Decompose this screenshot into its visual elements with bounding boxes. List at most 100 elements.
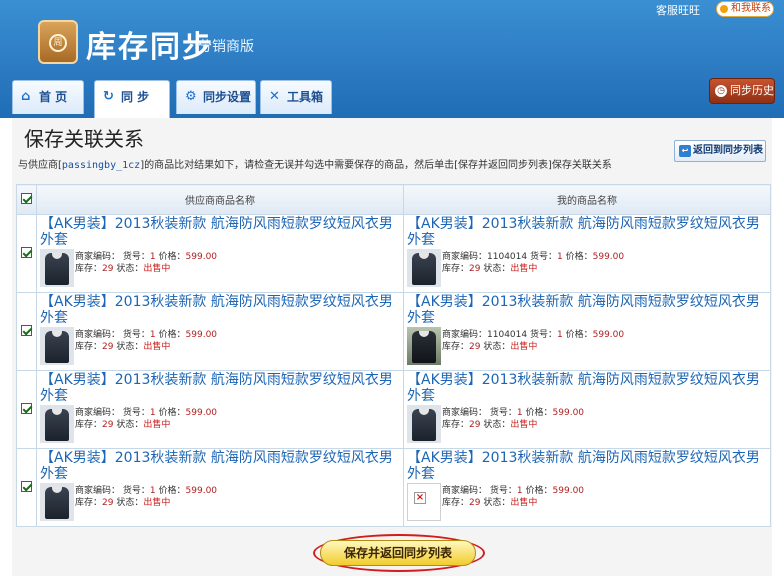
tab-sync[interactable]: ↻ 同 步 [94, 80, 170, 118]
product-meta: 商家编码：1104014 货号：1 价格：599.00 库存：29 状态：出售中 [442, 329, 624, 353]
select-all-header [16, 184, 37, 215]
row-select-cell [16, 448, 37, 527]
product-meta: 商家编码： 货号：1 价格：599.00 库存：29 状态：出售中 [75, 251, 217, 275]
mine-product-cell: 【AK男装】2013秋装新款 航海防风雨短款罗纹短风衣男外套 商家编码： 货号：… [403, 370, 771, 449]
sku-label: 货号： [529, 330, 557, 340]
product-info: 商家编码： 货号：1 价格：599.00 库存：29 状态：出售中 [37, 483, 403, 523]
product-meta: 商家编码： 货号：1 价格：599.00 库存：29 状态：出售中 [442, 407, 584, 431]
product-meta: 商家编码： 货号：1 价格：599.00 库存：29 状态：出售中 [442, 485, 584, 509]
app-logo: 周 [38, 20, 78, 64]
table-row: 【AK男装】2013秋装新款 航海防风雨短款罗纹短风衣男外套 商家编码： 货号：… [16, 292, 771, 371]
stock-label: 库存： [442, 264, 470, 274]
back-arrow-icon: ↩ [679, 145, 691, 157]
price-value: 599.00 [592, 252, 625, 262]
code-label: 商家编码： [75, 486, 121, 496]
product-name-link[interactable]: 【AK男装】2013秋装新款 航海防风雨短款罗纹短风衣男外套 [404, 215, 770, 249]
table-row: 【AK男装】2013秋装新款 航海防风雨短款罗纹短风衣男外套 商家编码： 货号：… [16, 370, 771, 449]
supplier-product-cell: 【AK男装】2013秋装新款 航海防风雨短款罗纹短风衣男外套 商家编码： 货号：… [36, 448, 404, 527]
code-label: 商家编码： [442, 330, 488, 340]
product-meta: 商家编码：1104014 货号：1 价格：599.00 库存：29 状态：出售中 [442, 251, 624, 275]
mine-product-cell: 【AK男装】2013秋装新款 航海防风雨短款罗纹短风衣男外套 商家编码：1104… [403, 292, 771, 371]
price-value: 599.00 [185, 486, 218, 496]
price-value: 599.00 [185, 408, 218, 418]
merchant-code: 1104014 [487, 252, 528, 262]
status-value: 出售中 [510, 420, 538, 430]
code-label: 商家编码： [75, 408, 121, 418]
product-name-link[interactable]: 【AK男装】2013秋装新款 航海防风雨短款罗纹短风衣男外套 [37, 215, 403, 249]
wangwang-icon [720, 5, 728, 13]
product-meta: 商家编码： 货号：1 价格：599.00 库存：29 状态：出售中 [75, 485, 217, 509]
status-value: 出售中 [510, 264, 538, 274]
tab-label: 工具箱 [287, 90, 324, 104]
stock-value: 29 [469, 420, 481, 430]
status-value: 出售中 [143, 342, 171, 352]
product-thumbnail [40, 405, 74, 443]
product-thumbnail [407, 249, 441, 287]
stock-value: 29 [102, 420, 114, 430]
table-row: 【AK男装】2013秋装新款 航海防风雨短款罗纹短风衣男外套 商家编码： 货号：… [16, 214, 771, 293]
status-label: 状态： [116, 342, 144, 352]
select-all-checkbox[interactable] [21, 192, 32, 204]
stock-label: 库存： [442, 498, 470, 508]
tab-label: 首 页 [39, 90, 68, 104]
tools-icon: ✕ [269, 89, 280, 104]
page-description: 与供应商[passingby_1cz]的商品比对结果如下，请检查无误并勾选中需要… [18, 156, 612, 171]
contact-label: 和我联系 [731, 3, 771, 14]
history-label: 同步历史 [730, 84, 774, 97]
sku-label: 货号： [122, 252, 150, 262]
contact-me-button[interactable]: 和我联系 [716, 1, 774, 17]
code-label: 商家编码： [75, 330, 121, 340]
product-name-link[interactable]: 【AK男装】2013秋装新款 航海防风雨短款罗纹短风衣男外套 [37, 293, 403, 327]
supplier-account: passingby_1cz [61, 160, 141, 171]
row-select-cell [16, 370, 37, 449]
history-clock-icon: ◷ [715, 85, 727, 97]
stock-label: 库存： [75, 342, 103, 352]
row-checkbox[interactable] [21, 246, 32, 258]
broken-image-icon: × [407, 483, 441, 521]
price-label: 价格： [158, 408, 186, 418]
customer-service-link[interactable]: 客服旺旺 [656, 2, 700, 18]
row-checkbox[interactable] [21, 402, 32, 414]
product-info: 商家编码： 货号：1 价格：599.00 库存：29 状态：出售中 [404, 405, 770, 445]
sku-label: 货号： [122, 330, 150, 340]
back-to-sync-list-button[interactable]: ↩ 返回到同步列表 [674, 140, 766, 162]
product-info: 商家编码：1104014 货号：1 价格：599.00 库存：29 状态：出售中 [404, 327, 770, 367]
status-value: 出售中 [510, 342, 538, 352]
image-error-icon: × [414, 492, 426, 504]
stock-value: 29 [102, 264, 114, 274]
status-value: 出售中 [143, 264, 171, 274]
tab-home[interactable]: ⌂ 首 页 [12, 80, 84, 114]
settings-gear-icon: ⚙ [185, 89, 197, 104]
sku-value: 1 [557, 252, 563, 262]
app-header: 周 库存同步 分销商版 客服旺旺 和我联系 ⌂ 首 页 ↻ 同 步 ⚙ 同步设置 ✕ 工… [0, 0, 784, 118]
tab-sync-settings[interactable]: ⚙ 同步设置 [176, 80, 256, 114]
tab-toolbox[interactable]: ✕ 工具箱 [260, 80, 332, 114]
product-name-link[interactable]: 【AK男装】2013秋装新款 航海防风雨短款罗纹短风衣男外套 [404, 293, 770, 327]
stock-label: 库存： [442, 420, 470, 430]
sync-history-button[interactable]: ◷ 同步历史 [709, 78, 775, 104]
product-name-link[interactable]: 【AK男装】2013秋装新款 航海防风雨短款罗纹短风衣男外套 [404, 449, 770, 483]
product-name-link[interactable]: 【AK男装】2013秋装新款 航海防风雨短款罗纹短风衣男外套 [404, 371, 770, 405]
table-row: 【AK男装】2013秋装新款 航海防风雨短款罗纹短风衣男外套 商家编码： 货号：… [16, 448, 771, 527]
price-value: 599.00 [552, 486, 585, 496]
row-checkbox[interactable] [21, 480, 32, 492]
status-value: 出售中 [510, 498, 538, 508]
product-name-link[interactable]: 【AK男装】2013秋装新款 航海防风雨短款罗纹短风衣男外套 [37, 371, 403, 405]
price-label: 价格： [525, 486, 553, 496]
price-value: 599.00 [592, 330, 625, 340]
product-thumbnail [40, 483, 74, 521]
sku-label: 货号： [489, 408, 517, 418]
row-select-cell [16, 292, 37, 371]
supplier-product-header: 供应商商品名称 [36, 184, 404, 215]
product-name-link[interactable]: 【AK男装】2013秋装新款 航海防风雨短款罗纹短风衣男外套 [37, 449, 403, 483]
price-label: 价格： [158, 330, 186, 340]
row-checkbox[interactable] [21, 324, 32, 336]
save-and-return-button[interactable]: 保存并返回同步列表 [320, 540, 476, 566]
mine-product-cell: 【AK男装】2013秋装新款 航海防风雨短款罗纹短风衣男外套 × 商家编码： 货… [403, 448, 771, 527]
sync-icon: ↻ [103, 89, 114, 104]
sku-value: 1 [149, 408, 156, 418]
product-info: × 商家编码： 货号：1 价格：599.00 库存：29 状态：出售中 [404, 483, 770, 523]
price-label: 价格： [565, 252, 593, 262]
back-label: 返回到同步列表 [693, 145, 763, 156]
product-thumbnail [40, 327, 74, 365]
